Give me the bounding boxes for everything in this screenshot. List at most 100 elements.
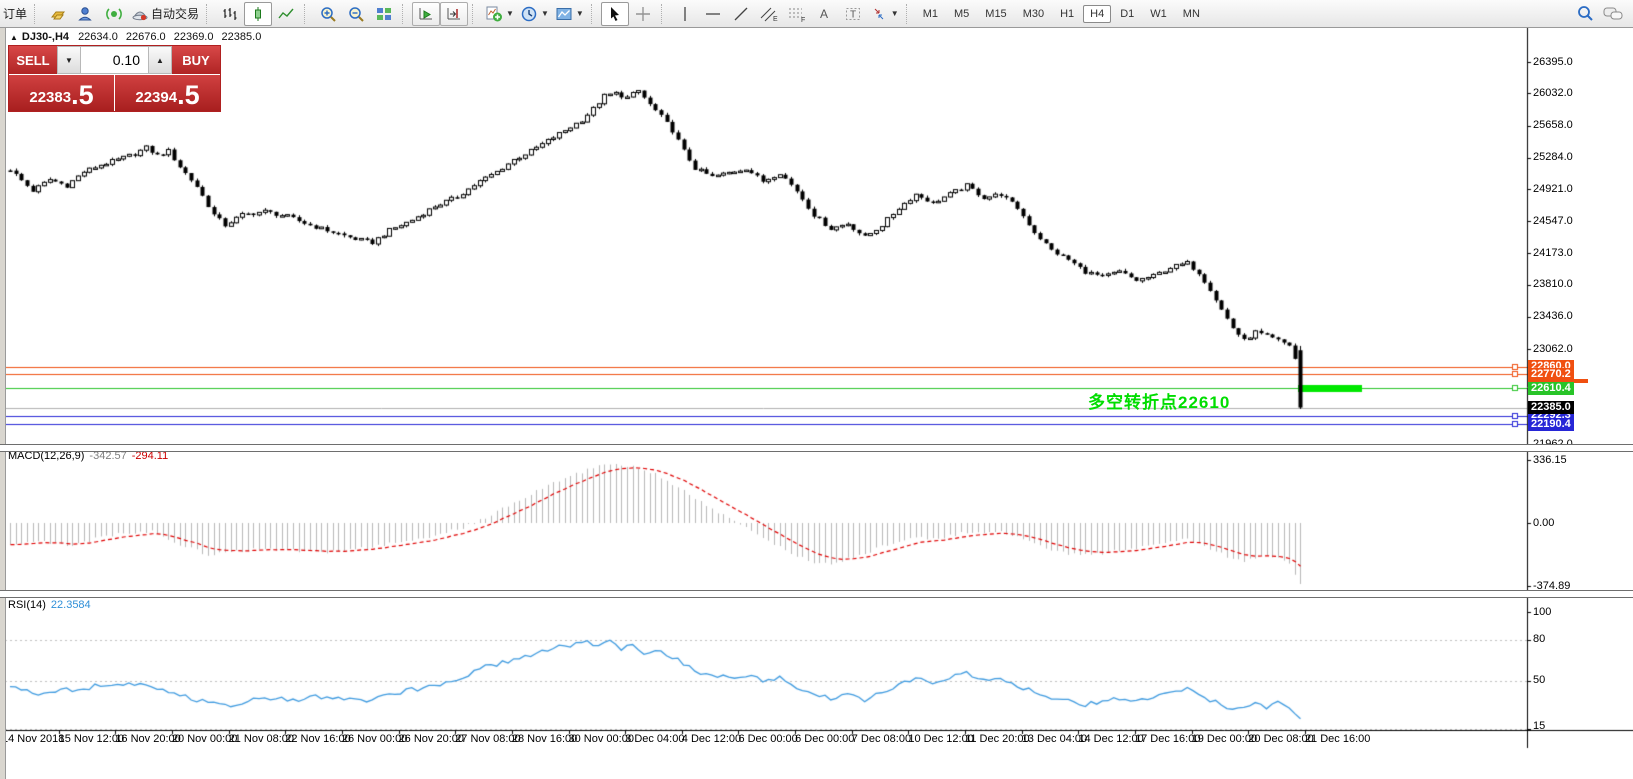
zoom-in-icon[interactable] — [314, 2, 342, 26]
timeframe-button-mn[interactable]: MN — [1176, 5, 1207, 23]
chart-canvas[interactable] — [0, 0, 1633, 779]
search-icon[interactable] — [1571, 2, 1599, 26]
buy-price-main: 22394 — [135, 88, 177, 108]
equidistant-channel-icon[interactable]: E — [755, 2, 783, 26]
timeframe-button-m1[interactable]: M1 — [916, 5, 945, 23]
timeframe-button-m15[interactable]: M15 — [978, 5, 1013, 23]
axis-tick-label: 0.00 — [1533, 517, 1554, 529]
candlestick-chart-icon[interactable] — [244, 2, 272, 26]
timeframe-button-m5[interactable]: M5 — [947, 5, 976, 23]
symbol-period: DJ30-,H4 — [22, 31, 69, 43]
volume-increase-button[interactable]: ▲ — [148, 46, 172, 74]
text-label-icon[interactable]: T — [839, 2, 867, 26]
time-tick-label: 4 Dec 12:00 — [682, 733, 741, 745]
toolbar-separator — [402, 4, 409, 24]
rsi-value: 22.3584 — [51, 599, 91, 611]
time-tick-label: 6 Dec 00:00 — [795, 733, 854, 745]
svg-text:T: T — [850, 9, 856, 20]
volume-input[interactable]: 0.10 — [81, 46, 148, 74]
add-indicator-icon[interactable]: ▼ — [482, 2, 517, 26]
fibonacci-icon[interactable]: F — [783, 2, 811, 26]
time-tick-label: 21 Dec 16:00 — [1305, 733, 1370, 745]
timeframe-button-d1[interactable]: D1 — [1113, 5, 1141, 23]
auto-scroll-icon[interactable] — [412, 2, 440, 26]
panel-divider[interactable] — [0, 590, 1633, 598]
timeframe-button-m30[interactable]: M30 — [1016, 5, 1051, 23]
axis-tick-label: 50 — [1533, 674, 1545, 686]
profile-icon[interactable] — [72, 2, 100, 26]
toolbar-separator — [906, 4, 913, 24]
crosshair-icon[interactable] — [629, 2, 657, 26]
time-tick-label: 26 Nov 20:00 — [399, 733, 464, 745]
dropdown-arrow-icon: ▼ — [541, 9, 549, 18]
time-tick-label: 19 Dec 00:00 — [1192, 733, 1257, 745]
axis-tick-label: 80 — [1533, 633, 1545, 645]
price-level-label: 22190.4 — [1528, 418, 1574, 431]
axis-tick-label: 25658.0 — [1533, 119, 1573, 131]
timeframe-button-h4[interactable]: H4 — [1083, 5, 1111, 23]
sell-price-main: 22383 — [29, 88, 71, 108]
timeframe-button-w1[interactable]: W1 — [1143, 5, 1174, 23]
toolbar-separator — [304, 4, 311, 24]
toolbar: 订单 自动交易 ▼ ▼ ▼ E F A T ▼ — [0, 0, 1633, 28]
chat-icon[interactable] — [1599, 2, 1627, 26]
svg-text:E: E — [773, 16, 778, 23]
template-icon[interactable]: ▼ — [552, 2, 587, 26]
axis-tick-label: 15 — [1533, 720, 1545, 732]
text-icon[interactable]: A — [811, 2, 839, 26]
ohlc-high: 22676.0 — [126, 31, 166, 43]
trendline-icon[interactable] — [727, 2, 755, 26]
toolbar-separator — [591, 4, 598, 24]
time-tick-label: 3 Dec 04:00 — [625, 733, 684, 745]
buy-price[interactable]: 22394 .5 — [115, 75, 220, 111]
time-tick-label: 6 Dec 00:00 — [738, 733, 797, 745]
arrows-icon[interactable]: ▼ — [867, 2, 902, 26]
ohlc-open: 22634.0 — [78, 31, 118, 43]
dropdown-arrow-icon: ▼ — [506, 9, 514, 18]
timeframe-clock-icon[interactable]: ▼ — [517, 2, 552, 26]
price-level-label: 22770.2 — [1528, 368, 1574, 381]
chart-shift-icon[interactable] — [440, 2, 468, 26]
signal-icon[interactable] — [100, 2, 128, 26]
time-tick-label: 26 Nov 00:00 — [342, 733, 407, 745]
collapse-triangle-icon[interactable]: ▲ — [10, 33, 18, 42]
price-level-label: 22610.4 — [1528, 382, 1574, 395]
buy-button[interactable]: BUY — [172, 46, 220, 74]
chart-title: ▲DJ30-,H4 22634.0 22676.0 22369.0 22385.… — [10, 31, 266, 43]
time-tick-label: 21 Nov 08:00 — [229, 733, 294, 745]
time-tick-label: 20 Dec 08:00 — [1248, 733, 1313, 745]
zoom-out-icon[interactable] — [342, 2, 370, 26]
dropdown-arrow-icon: ▼ — [891, 9, 899, 18]
toolbar-separator — [34, 4, 41, 24]
axis-tick-label: 24921.0 — [1533, 183, 1573, 195]
axis-tick-label: 100 — [1533, 606, 1551, 618]
sell-price[interactable]: 22383 .5 — [9, 75, 114, 111]
cursor-icon[interactable] — [601, 2, 629, 26]
horizontal-line-icon[interactable] — [699, 2, 727, 26]
axis-tick-label: 24547.0 — [1533, 215, 1573, 227]
sell-button[interactable]: SELL — [9, 46, 57, 74]
bar-chart-icon[interactable] — [216, 2, 244, 26]
vertical-line-icon[interactable] — [671, 2, 699, 26]
algo-trading-button[interactable]: 自动交易 — [128, 2, 202, 26]
time-tick-label: 17 Dec 16:00 — [1135, 733, 1200, 745]
order-button[interactable]: 订单 — [0, 5, 30, 22]
ohlc-low: 22369.0 — [174, 31, 214, 43]
axis-tick-label: 336.15 — [1533, 454, 1567, 466]
timeframe-button-h1[interactable]: H1 — [1053, 5, 1081, 23]
axis-tick-label: 23436.0 — [1533, 310, 1573, 322]
rsi-label: RSI(14)22.3584 — [8, 599, 91, 611]
time-tick-label: 16 Nov 20:00 — [115, 733, 180, 745]
algo-trading-label: 自动交易 — [151, 5, 199, 22]
axis-tick-label: 23062.0 — [1533, 343, 1573, 355]
one-click-trading-panel: SELL ▼ 0.10 ▲ BUY 22383 .5 22394 .5 — [8, 45, 221, 112]
new-order-icon[interactable] — [44, 2, 72, 26]
tile-windows-icon[interactable] — [370, 2, 398, 26]
volume-decrease-button[interactable]: ▼ — [57, 46, 81, 74]
timeframe-group: M1M5M15M30H1H4D1W1MN — [916, 5, 1207, 23]
svg-text:F: F — [801, 17, 805, 23]
chart-annotation[interactable]: 多空转折点22610 — [1088, 388, 1230, 413]
axis-tick-label: 26395.0 — [1533, 56, 1573, 68]
line-chart-icon[interactable] — [272, 2, 300, 26]
panel-divider[interactable] — [0, 444, 1633, 452]
